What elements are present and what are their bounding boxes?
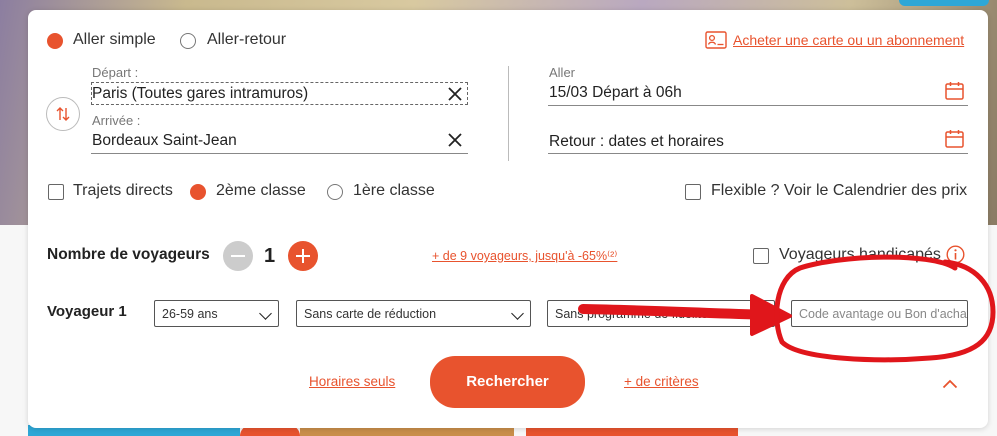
loyalty-program-select[interactable]: Sans programme de fidélité [547, 300, 775, 327]
search-button[interactable]: Rechercher [430, 356, 585, 408]
return-input[interactable]: Retour : dates et horaires [549, 133, 724, 151]
arrival-label: Arrivée : [92, 113, 141, 128]
more-criteria-link[interactable]: + de critères [624, 374, 699, 389]
direct-checkbox[interactable] [48, 184, 64, 200]
first-class-label[interactable]: 1ère classe [353, 182, 435, 200]
round-trip-label[interactable]: Aller-retour [207, 31, 286, 49]
outbound-input[interactable]: 15/03 Départ à 06h [549, 84, 682, 102]
chevron-down-icon [259, 307, 272, 320]
traveler1-label: Voyageur 1 [47, 303, 127, 320]
more-travelers-link[interactable]: + de 9 voyageurs, jusqu'à -65%⁽²⁾ [432, 248, 617, 263]
one-way-label[interactable]: Aller simple [73, 31, 156, 49]
calendar-icon[interactable] [945, 81, 964, 105]
divider [508, 66, 509, 161]
return-underline [548, 153, 968, 154]
second-class-radio[interactable] [190, 184, 206, 200]
one-way-radio[interactable] [47, 33, 63, 49]
outbound-underline [548, 105, 968, 106]
departure-input[interactable]: Paris (Toutes gares intramuros) [92, 85, 308, 103]
calendar-icon[interactable] [945, 129, 964, 153]
first-class-radio[interactable] [327, 184, 343, 200]
outbound-label: Aller [549, 65, 576, 80]
promo-code-field[interactable]: Code avantage ou Bon d'achat [791, 300, 968, 327]
age-select[interactable]: 26-59 ans [154, 300, 279, 327]
flexible-label[interactable]: Flexible ? Voir le Calendrier des prix [711, 182, 967, 200]
buy-card-link[interactable]: Acheter une carte ou un abonnement [733, 32, 964, 48]
minus-icon [231, 255, 245, 257]
travelers-label: Nombre de voyageurs [47, 246, 210, 263]
second-class-label[interactable]: 2ème classe [216, 182, 306, 200]
disabled-travelers-label[interactable]: Voyageurs handicapés [779, 246, 941, 264]
clear-icon[interactable] [447, 132, 463, 153]
chevron-down-icon [511, 307, 524, 320]
info-icon[interactable] [946, 245, 965, 269]
discount-card-select[interactable]: Sans carte de réduction [296, 300, 531, 327]
chevron-up-icon[interactable] [942, 376, 958, 394]
chevron-down-icon [755, 307, 768, 320]
swap-icon [55, 106, 71, 127]
direct-label[interactable]: Trajets directs [73, 182, 173, 200]
decrement-button[interactable] [223, 241, 253, 271]
traveler-count: 1 [264, 245, 276, 267]
loyalty-program-value: Sans programme de fidélité [555, 307, 708, 321]
schedules-only-link[interactable]: Horaires seuls [309, 374, 395, 389]
arrival-input[interactable]: Bordeaux Saint-Jean [92, 132, 237, 150]
increment-button[interactable] [288, 241, 318, 271]
arrival-underline [91, 153, 468, 154]
search-form-card: Aller simple Aller-retour Acheter une ca… [28, 10, 988, 428]
flexible-checkbox[interactable] [685, 184, 701, 200]
clear-icon[interactable] [447, 86, 463, 107]
disabled-travelers-checkbox[interactable] [753, 248, 769, 264]
background-accent [899, 0, 989, 6]
promo-code-placeholder: Code avantage ou Bon d'achat [799, 307, 968, 321]
departure-label: Départ : [92, 65, 139, 80]
swap-button[interactable] [46, 97, 80, 131]
round-trip-radio[interactable] [180, 33, 196, 49]
age-value: 26-59 ans [162, 307, 218, 321]
card-icon[interactable] [705, 31, 727, 54]
departure-field[interactable]: Paris (Toutes gares intramuros) [91, 82, 468, 105]
discount-card-value: Sans carte de réduction [304, 307, 437, 321]
